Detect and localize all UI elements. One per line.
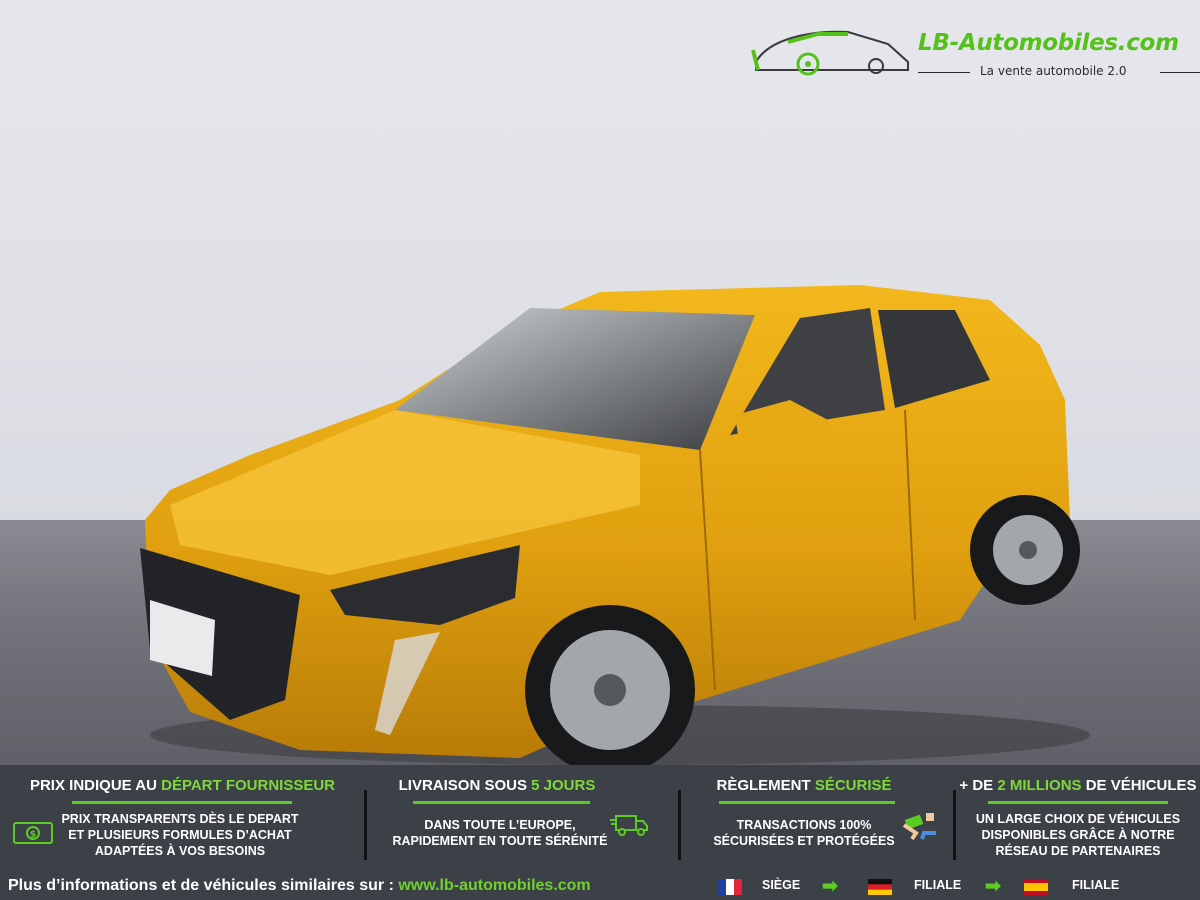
tagline-rule-left bbox=[918, 72, 970, 73]
brand-logo[interactable]: LB-Automobiles.com La vente automobile 2… bbox=[748, 22, 1200, 82]
location-label-branch-germany: FILIALE bbox=[914, 878, 962, 892]
feature-payment: RÈGLEMENT SÉCURISÉ TRANSACTIONS 100% SÉC… bbox=[681, 765, 953, 870]
spain-flag-icon bbox=[1024, 879, 1048, 895]
svg-text:$: $ bbox=[30, 830, 36, 840]
brand-tagline: La vente automobile 2.0 bbox=[980, 64, 1127, 78]
location-label-branch-spain: FILIALE bbox=[1072, 878, 1120, 892]
footer-text: Plus d’informations et de véhicules simi… bbox=[8, 877, 591, 894]
payment-hands-icon bbox=[902, 813, 936, 841]
location-label-hq: SIÈGE bbox=[762, 878, 801, 892]
feature-inventory: + DE 2 MILLIONS DE VÉHICULES UN LARGE CH… bbox=[956, 765, 1200, 870]
cash-icon: $ bbox=[13, 822, 53, 844]
feature-payment-title: RÈGLEMENT SÉCURISÉ bbox=[716, 777, 892, 794]
accent-bar bbox=[988, 801, 1168, 804]
website-link[interactable]: www.lb-automobiles.com bbox=[398, 877, 590, 894]
accent-bar bbox=[719, 801, 895, 804]
france-flag-icon bbox=[718, 879, 742, 895]
arrow-right-icon: ➡ bbox=[985, 876, 1001, 897]
feature-delivery: LIVRAISON SOUS 5 JOURS DANS TOUTE L’EURO… bbox=[367, 765, 680, 870]
feature-payment-text: TRANSACTIONS 100% SÉCURISÉES ET PROTÉGÉE… bbox=[713, 818, 895, 848]
feature-inventory-title: + DE 2 MILLIONS DE VÉHICULES bbox=[959, 777, 1197, 794]
car-outline-logo-icon bbox=[751, 30, 909, 76]
photo-stage: LB-Automobiles.com La vente automobile 2… bbox=[0, 0, 1200, 765]
accent-bar bbox=[72, 801, 292, 804]
feature-delivery-text: DANS TOUTE L’EUROPE, RAPIDEMENT EN TOUTE… bbox=[392, 818, 608, 848]
arrow-right-icon: ➡ bbox=[822, 876, 838, 897]
info-banner: PRIX INDIQUE AU DÉPART FOURNISSEUR $ PRI… bbox=[0, 765, 1200, 900]
tagline-rule-right bbox=[1160, 72, 1200, 73]
accent-bar bbox=[413, 801, 590, 804]
delivery-truck-icon bbox=[610, 815, 648, 836]
feature-pricing-text: PRIX TRANSPARENTS DÈS LE DEPART ET PLUSI… bbox=[61, 812, 299, 858]
feature-inventory-text: UN LARGE CHOIX DE VÉHICULES DISPONIBLES … bbox=[975, 812, 1181, 858]
germany-flag-icon bbox=[868, 879, 892, 895]
car-photo bbox=[140, 285, 1090, 765]
brand-name: LB-Automobiles.com bbox=[918, 30, 1179, 56]
banner-footer: Plus d’informations et de véhicules simi… bbox=[0, 873, 1200, 900]
